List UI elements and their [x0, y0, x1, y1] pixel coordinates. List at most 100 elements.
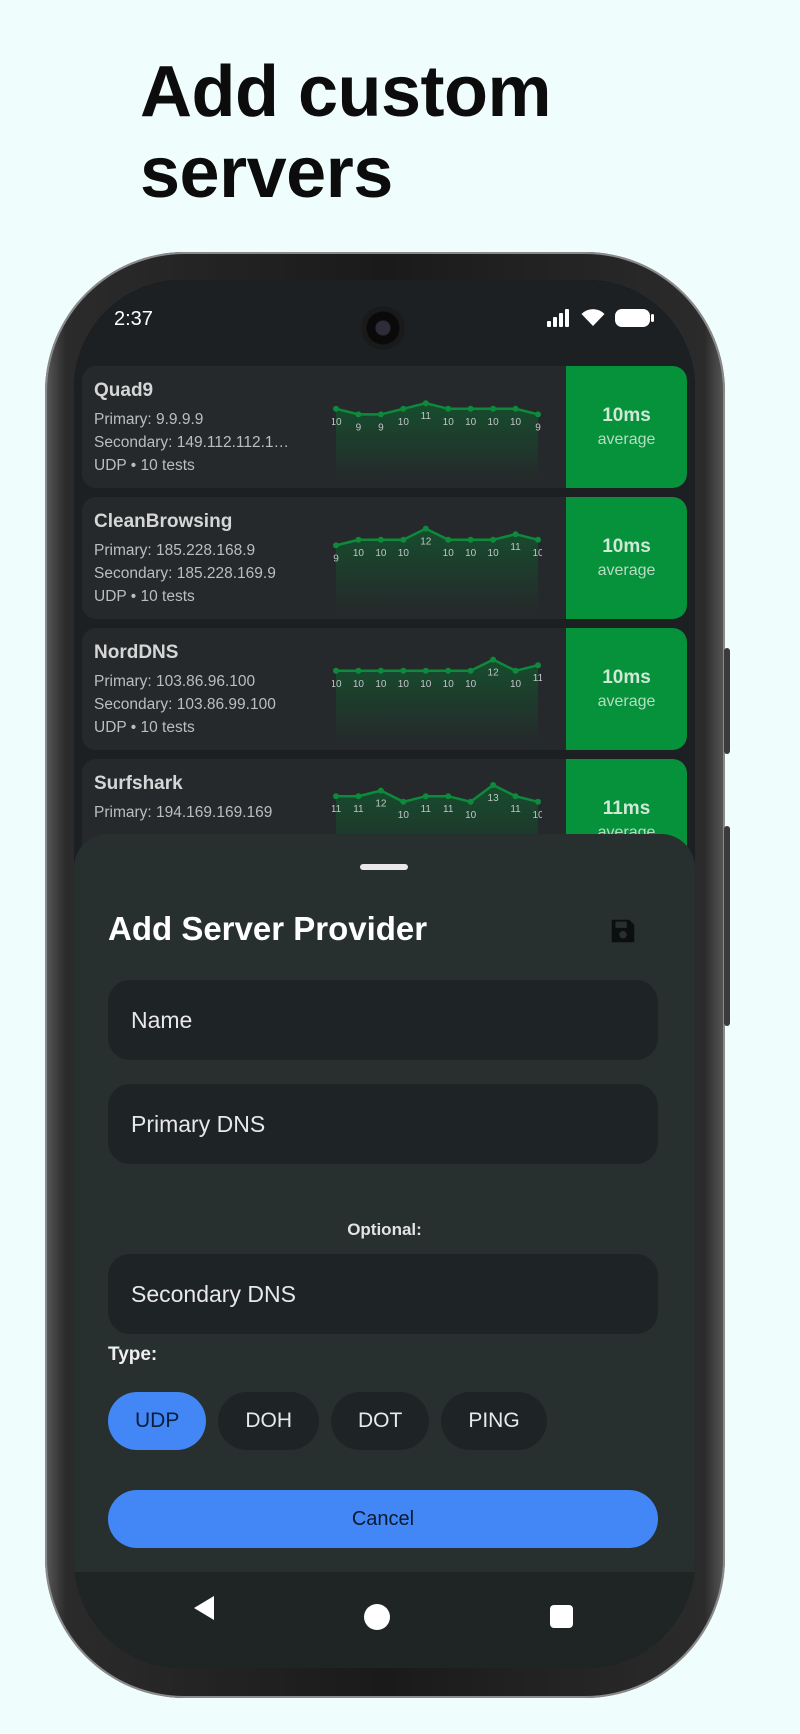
server-info: NordDNS Primary: 103.86.96.100 Secondary…	[94, 642, 314, 739]
sparkline-point	[333, 405, 339, 412]
sparkline-value-label: 10	[353, 548, 365, 559]
server-name: Surfshark	[94, 773, 183, 794]
sparkline-point	[512, 531, 519, 538]
type-selector: UDP DOH DOT PING	[108, 1392, 547, 1450]
sparkline-value-label: 9	[333, 553, 339, 564]
save-icon[interactable]	[608, 916, 638, 946]
ping-sparkline: 10 9 9 10 11 10 10 10 10 9	[332, 400, 541, 480]
sparkline-value-label: 12	[420, 537, 432, 548]
sparkline-value-label: 10	[465, 810, 477, 821]
average-value: 11ms	[602, 798, 651, 819]
sparkline-point	[467, 405, 474, 412]
app-screen: 2:37 Quad9 Primary: 9.9.9.9 Secondary: 1…	[74, 280, 695, 1668]
type-chip-udp[interactable]: UDP	[108, 1392, 207, 1450]
sparkline-value-label: 9	[535, 422, 541, 433]
server-card[interactable]: NordDNS Primary: 103.86.96.100 Secondary…	[82, 628, 687, 750]
sparkline-point	[535, 411, 541, 418]
sparkline-value-label: 11	[443, 804, 454, 815]
type-chip-ping[interactable]: PING	[441, 1392, 547, 1450]
name-input[interactable]: Name	[108, 980, 658, 1060]
server-primary: Primary: 185.228.168.9	[94, 542, 256, 559]
sparkline-point	[355, 667, 362, 674]
sparkline-point	[377, 787, 384, 794]
sparkline-point	[467, 798, 474, 805]
server-name: Quad9	[94, 380, 154, 401]
sparkline-value-label: 10	[510, 679, 522, 690]
system-nav-bar	[74, 1572, 695, 1668]
sparkline-point	[512, 793, 519, 800]
sparkline-value-label: 10	[398, 548, 410, 559]
sparkline-point	[490, 782, 497, 788]
primary-dns-input[interactable]: Primary DNS	[108, 1084, 658, 1164]
sparkline-value-label: 10	[375, 548, 387, 559]
sheet-drag-handle[interactable]	[360, 864, 408, 870]
sparkline-value-label: 10	[532, 810, 542, 821]
server-secondary: Secondary: 103.86.99.100	[94, 696, 276, 713]
average-value: 10ms	[602, 667, 651, 688]
sparkline-value-label: 10	[465, 548, 477, 559]
server-list[interactable]: Quad9 Primary: 9.9.9.9 Secondary: 149.11…	[82, 366, 687, 890]
sparkline-value-label: 10	[420, 679, 432, 690]
sparkline-point	[535, 798, 541, 805]
average-value: 10ms	[602, 536, 651, 557]
type-chip-doh[interactable]: DOH	[218, 1392, 320, 1450]
sparkline-value-label: 11	[353, 804, 364, 815]
home-circle-icon[interactable]	[364, 1604, 390, 1630]
back-triangle-icon[interactable]	[192, 1594, 216, 1622]
sparkline-point	[512, 405, 519, 412]
average-badge: 10ms average	[566, 628, 687, 750]
server-primary: Primary: 194.169.169.169	[94, 804, 273, 821]
ping-sparkline: 9 10 10 10 12 10 10 10 11 10	[333, 525, 542, 611]
server-card[interactable]: Quad9 Primary: 9.9.9.9 Secondary: 149.11…	[82, 366, 687, 488]
signal-icon	[547, 309, 569, 327]
sparkline-value-label: 10	[353, 679, 365, 690]
sparkline-point	[445, 667, 452, 674]
sparkline-value-label: 11	[332, 804, 342, 815]
sparkline-value-label: 10	[398, 810, 410, 821]
sparkline-point	[512, 667, 519, 674]
sparkline-value-label: 10	[488, 417, 500, 428]
recents-square-icon[interactable]	[550, 1605, 573, 1628]
server-name: NordDNS	[94, 642, 179, 663]
phone-side-button	[724, 826, 730, 1026]
type-label: Type:	[108, 1344, 158, 1365]
server-card[interactable]: CleanBrowsing Primary: 185.228.168.9 Sec…	[82, 497, 687, 619]
sparkline-value-label: 12	[488, 668, 500, 679]
status-bar: 2:37	[74, 280, 695, 360]
server-meta: UDP • 10 tests	[94, 588, 195, 605]
server-primary: Primary: 103.86.96.100	[94, 673, 256, 690]
server-name: CleanBrowsing	[94, 511, 233, 532]
battery-icon	[615, 309, 654, 327]
add-server-sheet: Add Server Provider Name Primary DNS Opt…	[74, 834, 695, 1668]
sparkline-point	[355, 536, 362, 543]
average-label: average	[597, 562, 656, 579]
sparkline-value-label: 10	[465, 417, 477, 428]
sparkline-point	[400, 667, 407, 674]
sparkline-point	[422, 793, 429, 800]
sparkline-point	[377, 411, 384, 418]
status-time: 2:37	[114, 308, 153, 330]
secondary-dns-input[interactable]: Secondary DNS	[108, 1254, 658, 1334]
status-icons	[547, 308, 655, 328]
phone-screen: 2:37 Quad9 Primary: 9.9.9.9 Secondary: 1…	[74, 280, 695, 1668]
sparkline-value-label: 11	[421, 411, 432, 422]
average-label: average	[597, 693, 656, 710]
sparkline-point	[333, 542, 339, 549]
sparkline-point	[445, 405, 452, 412]
server-meta: UDP • 10 tests	[94, 719, 195, 736]
server-info: CleanBrowsing Primary: 185.228.168.9 Sec…	[94, 511, 314, 608]
sparkline-point	[400, 536, 407, 543]
average-badge: 10ms average	[566, 497, 687, 619]
sparkline-point	[490, 536, 497, 543]
server-secondary: Secondary: 185.228.169.9	[94, 565, 276, 582]
sparkline-point	[422, 667, 429, 674]
sparkline-value-label: 13	[488, 793, 500, 804]
sparkline-point	[535, 662, 541, 669]
sparkline-point	[333, 667, 339, 674]
sparkline-point	[490, 405, 497, 412]
type-chip-dot[interactable]: DOT	[331, 1392, 430, 1450]
sparkline-value-label: 10	[443, 679, 455, 690]
cancel-button[interactable]: Cancel	[108, 1490, 658, 1548]
sparkline-value-label: 9	[378, 422, 384, 433]
average-value: 10ms	[602, 405, 651, 426]
